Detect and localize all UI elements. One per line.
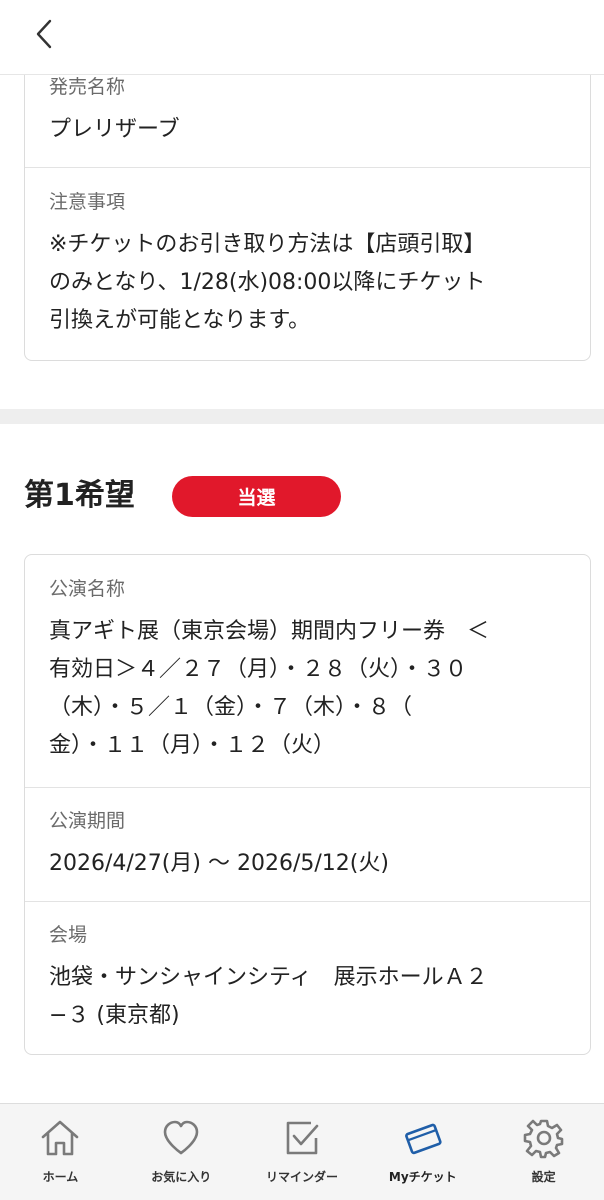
back-button[interactable]	[26, 14, 62, 54]
venue-field: 会場 池袋・サンシャインシティ 展示ホールＡ２ −３ (東京都)	[25, 921, 590, 1035]
ticket-icon	[404, 1123, 442, 1155]
heart-icon	[163, 1120, 199, 1155]
divider	[25, 901, 590, 902]
nav-item-reminder[interactable]: リマインダー	[242, 1104, 363, 1200]
notes-field: 注意事項 ※チケットのお引き取り方法は【店頭引取】 のみとなり、1/28(水)0…	[25, 188, 590, 340]
performance-info-card: 公演名称 真アギト展（東京会場）期間内フリー券 ＜ 有効日＞４／２７（月）・２８…	[24, 554, 591, 1055]
divider	[25, 787, 590, 788]
venue-label: 会場	[49, 924, 88, 946]
nav-item-home[interactable]: ホーム	[0, 1104, 121, 1200]
nav-item-favorites[interactable]: お気に入り	[121, 1104, 242, 1200]
performance-name-field: 公演名称 真アギト展（東京会場）期間内フリー券 ＜ 有効日＞４／２７（月）・２８…	[25, 575, 590, 765]
top-header-overlay	[0, 0, 604, 75]
sale-name-label: 発売名称	[49, 76, 126, 98]
gear-icon	[523, 1119, 563, 1159]
choice-title: 第1希望	[24, 478, 135, 513]
nav-label: Myチケット	[388, 1170, 457, 1184]
performance-name-label: 公演名称	[49, 578, 126, 600]
nav-label: リマインダー	[265, 1170, 338, 1184]
notes-line: 引換えが可能となります。	[49, 308, 311, 333]
notes-line: のみとなり、1/28(水)08:00以降にチケット	[49, 270, 486, 295]
bottom-nav: ホーム お気に入り リマインダー Myチケット 設定	[0, 1103, 604, 1200]
ticket-detail-page: 発売名称 プレリザーブ 注意事項 ※チケットのお引き取り方法は【店頭引取】 のみ…	[0, 0, 604, 1200]
checkbox-icon	[286, 1121, 319, 1155]
performance-name-line: 真アギト展（東京会場）期間内フリー券 ＜	[49, 619, 490, 644]
notes-label: 注意事項	[49, 191, 126, 213]
sale-name-field: 発売名称 プレリザーブ	[25, 73, 590, 149]
nav-label: ホーム	[42, 1170, 79, 1184]
performance-period-field: 公演期間 2026/4/27(月) 〜 2026/5/12(火)	[25, 807, 590, 883]
performance-name-line: 金）・１１（月）・１２（火）	[49, 733, 336, 758]
venue-line: 池袋・サンシャインシティ 展示ホールＡ２	[49, 965, 488, 990]
performance-name-line: （木）・５／１（金）・７（木）・８（	[49, 695, 413, 720]
chevron-left-icon	[36, 19, 52, 49]
notes-line: ※チケットのお引き取り方法は【店頭引取】	[49, 232, 486, 257]
nav-item-my-ticket[interactable]: Myチケット	[362, 1104, 483, 1200]
venue-line: −３ (東京都)	[49, 1003, 180, 1028]
performance-period-value: 2026/4/27(月) 〜 2026/5/12(火)	[49, 851, 389, 876]
nav-item-settings[interactable]: 設定	[483, 1104, 604, 1200]
divider	[25, 167, 590, 168]
home-icon	[42, 1120, 79, 1156]
status-badge: 当選	[172, 476, 341, 517]
sale-name-value: プレリザーブ	[49, 117, 180, 142]
section-separator	[0, 409, 604, 424]
nav-label: 設定	[531, 1170, 556, 1184]
nav-label: お気に入り	[151, 1170, 212, 1184]
sale-info-card: 発売名称 プレリザーブ 注意事項 ※チケットのお引き取り方法は【店頭引取】 のみ…	[24, 40, 591, 361]
performance-name-line: 有効日＞４／２７（月）・２８（火）・３０	[49, 657, 468, 682]
performance-period-label: 公演期間	[49, 810, 126, 832]
